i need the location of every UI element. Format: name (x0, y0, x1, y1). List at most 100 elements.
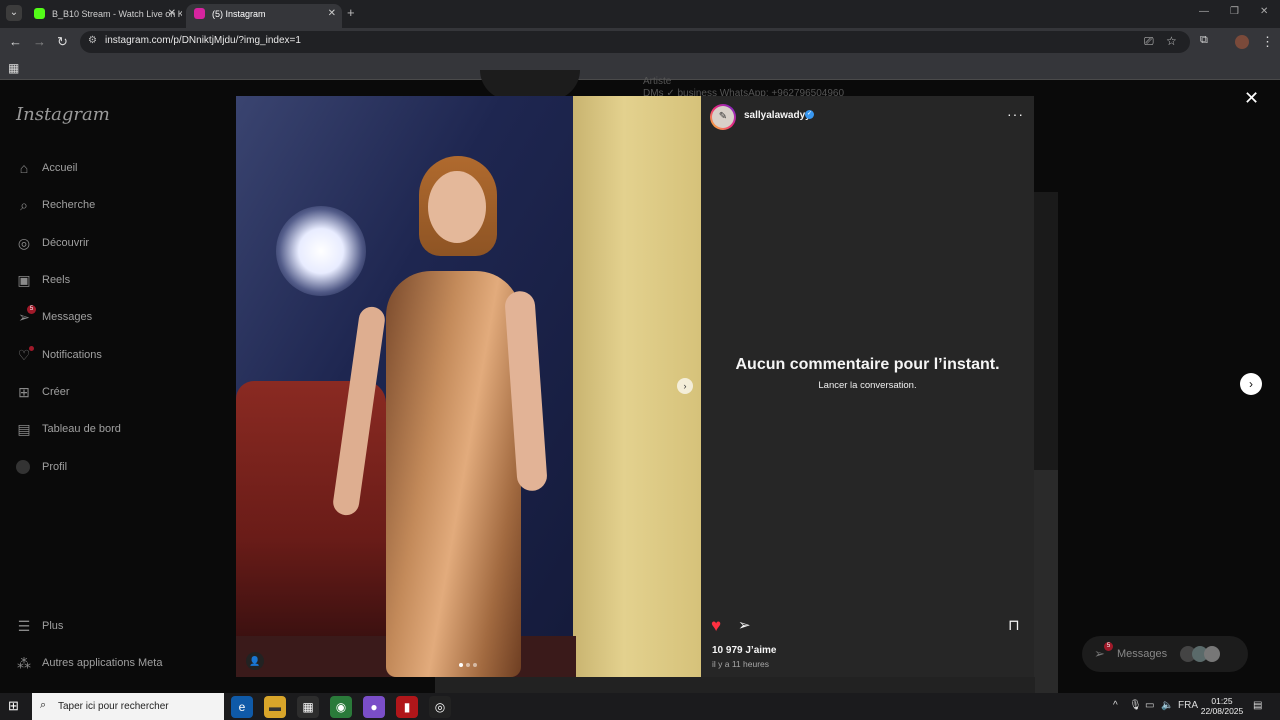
address-bar[interactable]: ⚙ instagram.com/p/DNniktjMjdu/?img_index… (80, 31, 1190, 53)
sidebar-item-label: Recherche (42, 199, 96, 211)
post-photo: 👤 › (236, 96, 701, 677)
windows-start-icon[interactable]: ⊞ (8, 698, 19, 714)
language-indicator[interactable]: FRA (1178, 700, 1198, 711)
install-app-icon[interactable]: ⎚ (1144, 34, 1154, 49)
extensions-icon[interactable]: ⧉ (1200, 34, 1208, 47)
close-post-icon[interactable]: ✕ (1244, 88, 1259, 109)
windows-taskbar: ⊞ ⌕ Taper ici pour rechercher e ▬ ▦ ◉ ● … (0, 693, 1280, 720)
url-text[interactable]: instagram.com/p/DNniktjMjdu/?img_index=1 (105, 35, 301, 46)
dashboard-icon: ▤ (17, 421, 31, 437)
tab-search-button[interactable]: ⌄ (6, 5, 22, 21)
messenger-icon[interactable]: ● (363, 696, 385, 718)
profile-icon (16, 460, 30, 474)
instagram-favicon-icon (194, 8, 205, 19)
tray-chevron-icon[interactable]: ^ (1113, 700, 1118, 711)
back-icon[interactable]: ← (9, 34, 22, 49)
sidebar-item-label: Reels (42, 274, 71, 286)
edge-icon[interactable]: e (231, 696, 253, 718)
likes-count[interactable]: 10 979 J’aime (712, 645, 777, 656)
no-comments-subtitle: Lancer la conversation. (818, 380, 917, 391)
voicemod-icon[interactable]: ▮ (396, 696, 418, 718)
window-close-icon[interactable]: ✕ (1260, 6, 1268, 17)
more-options-icon[interactable]: ··· (1007, 106, 1024, 122)
messages-label: Messages (1117, 648, 1168, 660)
site-info-icon[interactable]: ⚙ (88, 35, 97, 46)
reload-icon[interactable]: ↻ (57, 34, 68, 50)
close-tab-icon[interactable]: ✕ (328, 4, 336, 24)
send-icon: ➢ (1094, 646, 1105, 661)
minimize-icon[interactable]: — (1199, 6, 1209, 17)
menu-icon: ☰ (17, 618, 31, 634)
sidebar-item-label: Tableau de bord (42, 423, 121, 435)
browser-menu-icon[interactable]: ⋮ (1261, 34, 1274, 50)
sidebar: Instagram ⌂ Accueil ⌕ Recherche ◎ Découv… (0, 80, 220, 693)
taskbar-search[interactable]: ⌕ Taper ici pour rechercher (32, 693, 224, 720)
profile-avatar[interactable] (1235, 35, 1249, 49)
tab-instagram[interactable]: (5) Instagram ✕ (186, 4, 342, 28)
tab-kick-stream[interactable]: B_B10 Stream - Watch Live on K ✕ (26, 4, 182, 28)
photo-dress (386, 271, 521, 677)
floating-messages-button[interactable]: ➢ 5 Messages (1082, 636, 1248, 672)
background-thumbnail (435, 677, 1035, 693)
sidebar-item-creer[interactable]: ⊞ Créer (16, 382, 216, 406)
sidebar-item-tableau-de-bord[interactable]: ▤ Tableau de bord (16, 419, 216, 443)
sidebar-item-label: Créer (42, 386, 70, 398)
bio-line: Artiste (643, 76, 672, 87)
sidebar-item-meta-apps[interactable]: ⁂ Autres applications Meta (16, 653, 216, 677)
forward-icon[interactable]: → (33, 34, 46, 49)
search-icon: ⌕ (40, 699, 47, 711)
meta-apps-icon: ⁂ (17, 655, 31, 671)
sidebar-item-plus[interactable]: ☰ Plus (16, 616, 216, 640)
chrome-icon[interactable]: ◉ (330, 696, 352, 718)
tab-title: B_B10 Stream - Watch Live on K (52, 9, 182, 19)
sidebar-item-accueil[interactable]: ⌂ Accueil (16, 158, 216, 182)
taskbar-clock[interactable]: 01:25 22/08/2025 (1200, 696, 1244, 716)
restore-icon[interactable]: ❐ (1230, 6, 1239, 17)
bookmark-icon[interactable]: ⊓ (1008, 616, 1020, 634)
post-timestamp[interactable]: il y a 11 heures (712, 659, 769, 669)
kick-favicon-icon (34, 8, 45, 19)
browser-tab-bar: ⌄ B_B10 Stream - Watch Live on K ✕ (5) I… (0, 0, 1280, 28)
like-heart-icon[interactable]: ♥ (711, 616, 721, 636)
store-icon[interactable]: ▦ (297, 696, 319, 718)
sidebar-item-label: Découvrir (42, 237, 90, 249)
network-icon[interactable]: ▭ (1145, 700, 1154, 711)
background-thumbnail (1034, 192, 1058, 470)
tagged-users-icon[interactable]: 👤 (246, 652, 264, 670)
post-sidebar: ✎ sallyalawadyy ✓ ··· Aucun commentaire … (701, 96, 1034, 677)
obs-icon[interactable]: ◎ (429, 696, 451, 718)
share-icon[interactable]: ➢ (738, 616, 751, 634)
apps-grid-icon[interactable]: ▦ (8, 61, 19, 75)
no-comments-title: Aucun commentaire pour l’instant. (735, 356, 1000, 373)
close-tab-icon[interactable]: ✕ (168, 4, 176, 24)
new-tab-icon[interactable]: + (347, 5, 355, 20)
sidebar-item-profil[interactable]: Profil (16, 457, 216, 481)
next-post-button[interactable]: › (1240, 373, 1262, 395)
sidebar-item-label: Profil (42, 461, 68, 473)
tab-title: (5) Instagram (212, 9, 266, 19)
microphone-icon[interactable]: 🎙 (1129, 700, 1142, 711)
author-username[interactable]: sallyalawadyy (744, 110, 811, 121)
messages-badge: 5 (27, 305, 36, 314)
notifications-center-icon[interactable]: ▤ (1253, 700, 1262, 711)
instagram-page: Instagram ⌂ Accueil ⌕ Recherche ◎ Découv… (0, 70, 1280, 693)
avatar-image: ✎ (712, 106, 734, 128)
sidebar-item-label: Accueil (42, 162, 78, 174)
sidebar-item-decouvrir[interactable]: ◎ Découvrir (16, 233, 216, 257)
notification-dot (29, 346, 34, 351)
volume-icon[interactable]: 🔈 (1161, 700, 1173, 711)
verified-badge-icon: ✓ (805, 110, 814, 119)
sidebar-item-notifications[interactable]: ♡ Notifications (16, 345, 216, 369)
clock-time: 01:25 (1211, 696, 1233, 706)
sidebar-item-recherche[interactable]: ⌕ Recherche (16, 195, 216, 219)
sidebar-item-label: Autres applications Meta (42, 657, 163, 669)
sidebar-item-messages[interactable]: ➢ 5 Messages (16, 305, 216, 331)
carousel-next-button[interactable]: › (677, 378, 693, 394)
author-avatar[interactable]: ✎ (710, 104, 736, 130)
photo-light-reflection (276, 206, 366, 296)
sidebar-item-reels[interactable]: ▣ Reels (16, 270, 216, 294)
instagram-logo[interactable]: Instagram (16, 104, 110, 125)
bookmark-star-icon[interactable]: ☆ (1166, 34, 1177, 48)
post-modal: 👤 › ✎ sallyalawadyy ✓ ··· Aucun commenta… (236, 96, 1034, 677)
file-explorer-icon[interactable]: ▬ (264, 696, 286, 718)
